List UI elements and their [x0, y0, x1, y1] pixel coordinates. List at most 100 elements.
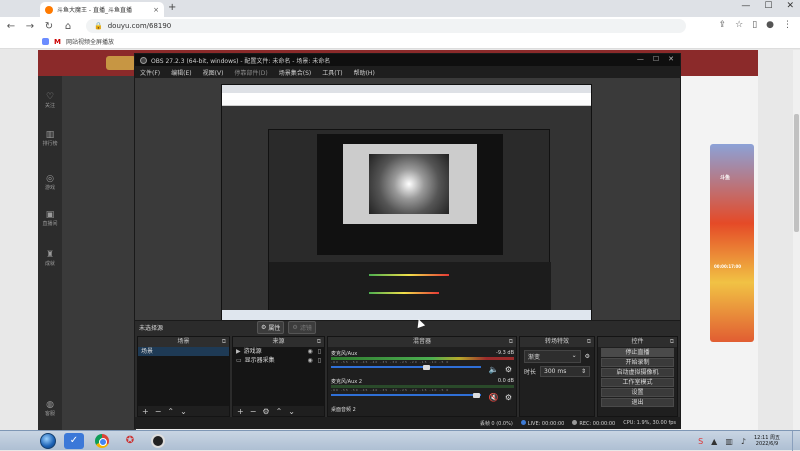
sidebar-item-rank[interactable]: ▥ 排行榜	[38, 130, 62, 147]
move-up-icon[interactable]: ⌃	[167, 407, 174, 416]
tab-close-icon[interactable]: ×	[153, 6, 159, 14]
slider-knob[interactable]	[473, 392, 480, 398]
menu-tools[interactable]: 工具(T)	[322, 68, 342, 77]
speaker-muted-icon[interactable]: 🔇	[489, 393, 499, 402]
sidebar-item-live[interactable]: ▣ 直播间	[38, 210, 62, 227]
tray-expand-icon[interactable]: ▲	[711, 437, 717, 446]
sidebar-item-achievement[interactable]: ♜ 成就	[38, 250, 62, 267]
scenes-dock: 场景 ⧉ 场景 + − ⌃ ⌄	[137, 336, 230, 417]
start-virtual-camera-button[interactable]: 启动虚拟摄像机	[601, 368, 674, 377]
scrollbar-thumb[interactable]	[794, 114, 799, 232]
stop-streaming-button[interactable]: 停止直播	[601, 348, 674, 357]
obs-window-title: OBS 27.2.3 (64-bit, windows) - 配置文件: 未命名…	[151, 57, 331, 65]
address-bar[interactable]: 🔒 douyu.com/68190	[86, 19, 686, 33]
network-icon[interactable]: ▥	[725, 437, 733, 446]
lock-icon[interactable]: ▯	[318, 347, 321, 356]
properties-button[interactable]: ⚙ 属性	[257, 321, 285, 334]
volume-slider[interactable]	[331, 364, 514, 370]
slider-knob[interactable]	[423, 364, 430, 370]
desktop-audio-label: 桌面音频 2	[331, 407, 356, 413]
menu-scene-collection[interactable]: 场景集合(S)	[279, 68, 312, 77]
profile-icon[interactable]: ●	[766, 20, 774, 30]
taskbar-obs[interactable]	[148, 433, 168, 449]
transition-gear-icon[interactable]: ⚙	[585, 353, 590, 360]
obs-minimize-icon[interactable]: —	[637, 55, 644, 63]
mixer-channel: 麦克风/Aux 2 0.0 dB -60 -55 -50 -45 -40 -35 …	[331, 378, 514, 398]
page-scrollbar[interactable]	[793, 50, 800, 430]
start-recording-button[interactable]: 开始录制	[601, 358, 674, 367]
filters-button[interactable]: ⚙ 滤镜	[288, 321, 316, 334]
menu-kebab-icon[interactable]: ⋮	[783, 20, 792, 30]
dock-undock-icon[interactable]: ⧉	[670, 337, 674, 347]
settings-button[interactable]: 设置	[601, 388, 674, 397]
source-item[interactable]: ▶ 游戏源 ◉ ▯	[233, 347, 324, 356]
channel-name: 麦克风/Aux 2	[331, 379, 363, 385]
visibility-eye-icon[interactable]: ◉	[307, 356, 312, 365]
new-tab-button[interactable]: +	[168, 2, 176, 13]
reload-icon[interactable]: ↻	[44, 21, 54, 32]
taskbar-app-icon[interactable]: ✓	[64, 432, 84, 449]
promo-title: 斗鱼	[720, 175, 731, 181]
add-source-icon[interactable]: +	[237, 407, 244, 416]
channel-gear-icon[interactable]: ⚙	[505, 365, 512, 374]
mixer-dock: 混音器 ⧉ 麦克风/Aux -9.3 dB -60 -55 -50 -45 -40 …	[327, 336, 517, 417]
sidebar-item-game[interactable]: ◎ 游戏	[38, 174, 62, 191]
sidebar-item-follow[interactable]: ♡ 关注	[38, 92, 62, 109]
remove-source-icon[interactable]: −	[250, 407, 257, 416]
scene-item[interactable]: 场景	[138, 347, 229, 356]
input-method-icon[interactable]: S	[698, 437, 703, 446]
dock-undock-icon[interactable]: ⧉	[222, 337, 226, 347]
taskbar-clock[interactable]: 12:11 周五 2022/6/9	[754, 435, 780, 447]
douyu-logo[interactable]	[106, 56, 136, 70]
add-scene-icon[interactable]: +	[142, 407, 149, 416]
extensions-icon[interactable]: ▯	[752, 20, 757, 30]
bookmark-star-icon[interactable]: ☆	[735, 20, 743, 30]
captured-meter	[369, 274, 449, 276]
obs-maximize-icon[interactable]: ☐	[653, 55, 659, 63]
dock-undock-icon[interactable]: ⧉	[587, 337, 591, 347]
close-window-icon[interactable]: ✕	[786, 1, 794, 11]
sidebar-item-service[interactable]: ◍ 客服	[38, 400, 62, 417]
exit-button[interactable]: 退出	[601, 398, 674, 407]
volume-icon[interactable]: ♪	[741, 437, 746, 446]
share-icon[interactable]: ⇪	[719, 20, 727, 30]
obs-preview[interactable]	[135, 78, 680, 320]
source-item[interactable]: ▭ 显示器采集 ◉ ▯	[233, 356, 324, 365]
apps-icon[interactable]	[42, 38, 49, 45]
taskbar-game[interactable]: ✪	[120, 433, 140, 449]
dock-undock-icon[interactable]: ⧉	[317, 337, 321, 347]
visibility-eye-icon[interactable]: ◉	[307, 347, 312, 356]
menu-file[interactable]: 文件(F)	[140, 68, 160, 77]
remove-scene-icon[interactable]: −	[155, 407, 162, 416]
bookmark-item[interactable]: 网站视频全屏播放	[66, 37, 114, 46]
forward-arrow-icon[interactable]: →	[25, 21, 35, 32]
move-down-icon[interactable]: ⌄	[180, 407, 187, 416]
volume-slider[interactable]	[331, 392, 514, 398]
taskbar-chrome[interactable]	[92, 433, 112, 449]
lock-icon[interactable]: ▯	[318, 356, 321, 365]
back-arrow-icon[interactable]: ←	[6, 21, 16, 32]
duration-spinbox[interactable]: 300 ms ⇕	[540, 366, 590, 377]
studio-mode-button[interactable]: 工作室模式	[601, 378, 674, 387]
home-icon[interactable]: ⌂	[63, 21, 73, 32]
menu-help[interactable]: 帮助(H)	[354, 68, 375, 77]
maximize-icon[interactable]: ☐	[764, 1, 772, 11]
show-desktop-button[interactable]	[792, 431, 800, 451]
start-button-icon[interactable]	[40, 432, 56, 449]
promo-banner[interactable]: 斗鱼 00:00:17:00	[710, 144, 754, 342]
menu-view[interactable]: 视图(V)	[203, 68, 224, 77]
obs-close-icon[interactable]: ✕	[668, 55, 674, 63]
speaker-icon[interactable]: 🔈	[489, 365, 499, 374]
menu-docks[interactable]: 停靠部件(D)	[234, 68, 267, 77]
dock-undock-icon[interactable]: ⧉	[509, 337, 513, 347]
browser-tab-active[interactable]: 斗鱼大魔王 - 直播_斗鱼直播 ×	[40, 2, 164, 17]
move-up-icon[interactable]: ⌃	[276, 407, 283, 416]
minimize-icon[interactable]: —	[741, 1, 750, 11]
menu-edit[interactable]: 编辑(E)	[171, 68, 191, 77]
transition-select[interactable]: 渐变 ⌄	[524, 350, 581, 363]
move-down-icon[interactable]: ⌄	[288, 407, 295, 416]
source-settings-icon[interactable]: ⚙	[262, 407, 269, 416]
channel-gear-icon[interactable]: ⚙	[505, 393, 512, 402]
chrome-icon	[95, 433, 109, 448]
captured-meter	[369, 292, 439, 294]
